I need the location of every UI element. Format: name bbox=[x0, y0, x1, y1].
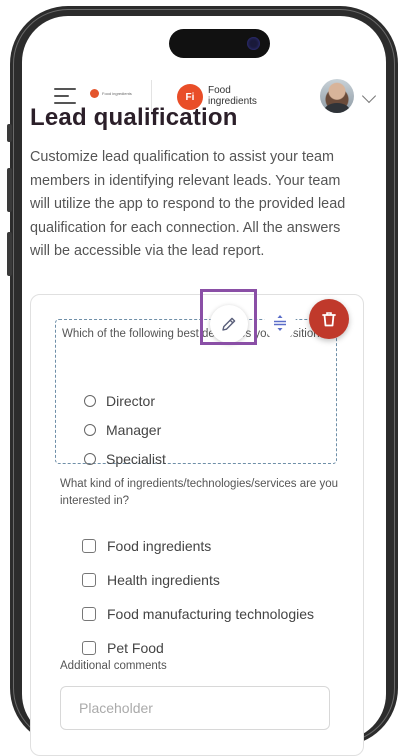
camera-icon bbox=[247, 37, 260, 50]
avatar[interactable] bbox=[320, 79, 354, 113]
brand-line-1: Food bbox=[208, 85, 231, 96]
checkbox[interactable] bbox=[82, 641, 96, 655]
question-2-text: What kind of ingredients/technologies/se… bbox=[60, 478, 339, 507]
phone-side-button bbox=[7, 124, 12, 142]
option-label: Food ingredients bbox=[107, 538, 212, 554]
checkbox[interactable] bbox=[82, 573, 96, 587]
dynamic-island bbox=[169, 29, 270, 58]
event-logo-mark bbox=[90, 89, 99, 98]
radio-option-director[interactable]: Director bbox=[84, 393, 155, 409]
radio-button[interactable] bbox=[84, 453, 96, 465]
drag-handle-icon bbox=[274, 315, 286, 331]
additional-comments-label: Additional comments bbox=[60, 660, 167, 672]
event-logo-text: Food ingredients bbox=[102, 90, 132, 96]
checkbox-option-health-ingredients[interactable]: Health ingredients bbox=[82, 572, 220, 588]
trash-icon bbox=[322, 312, 336, 327]
additional-comments-input[interactable] bbox=[60, 686, 330, 730]
edit-button-highlight bbox=[200, 289, 257, 345]
page-description: Customize lead qualification to assist y… bbox=[30, 149, 346, 259]
radio-button[interactable] bbox=[84, 395, 96, 407]
option-label: Pet Food bbox=[107, 640, 164, 656]
page-title: Lead qualification bbox=[30, 104, 238, 131]
checkbox-option-pet-food[interactable]: Pet Food bbox=[82, 640, 164, 656]
option-label: Specialist bbox=[106, 451, 166, 467]
radio-option-specialist[interactable]: Specialist bbox=[84, 451, 166, 467]
chevron-down-icon[interactable] bbox=[361, 88, 377, 104]
radio-button[interactable] bbox=[84, 424, 96, 436]
phone-side-button bbox=[7, 232, 12, 276]
checkbox[interactable] bbox=[82, 607, 96, 621]
option-label: Manager bbox=[106, 422, 162, 438]
delete-question-button[interactable] bbox=[309, 299, 349, 339]
option-label: Director bbox=[106, 393, 156, 409]
phone-side-button bbox=[7, 168, 12, 212]
checkbox[interactable] bbox=[82, 539, 96, 553]
checkbox-option-food-manufacturing[interactable]: Food manufacturing technologies bbox=[82, 606, 314, 622]
option-label: Health ingredients bbox=[107, 572, 220, 588]
checkbox-option-food-ingredients[interactable]: Food ingredients bbox=[82, 538, 211, 554]
hamburger-icon[interactable] bbox=[54, 88, 76, 104]
drag-question-button[interactable] bbox=[264, 305, 296, 341]
radio-option-manager[interactable]: Manager bbox=[84, 422, 161, 438]
option-label: Food manufacturing technologies bbox=[107, 606, 315, 622]
event-logo: Food ingredients bbox=[90, 89, 132, 98]
